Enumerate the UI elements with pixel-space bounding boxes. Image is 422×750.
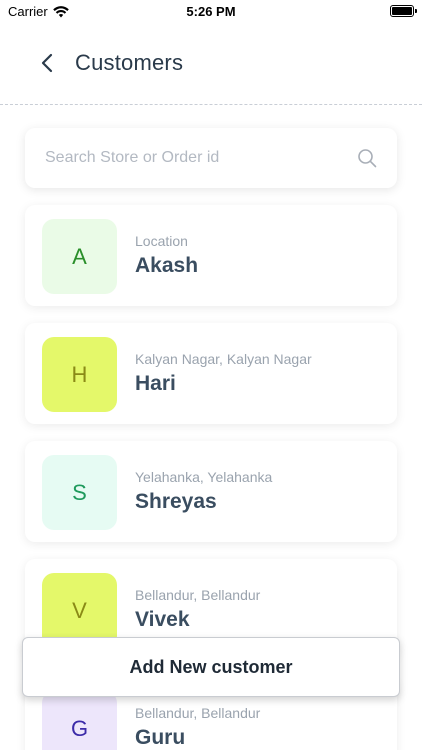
customer-name: Vivek xyxy=(135,608,190,631)
customer-initial: S xyxy=(72,479,87,505)
status-bar: Carrier 5:26 PM xyxy=(0,0,422,22)
search-box[interactable] xyxy=(25,128,397,188)
customer-avatar: A xyxy=(42,219,117,294)
page-title: Customers xyxy=(75,50,184,75)
chevron-left-icon xyxy=(41,53,53,73)
customer-location: Location xyxy=(135,233,188,249)
search-input[interactable] xyxy=(45,128,345,188)
customer-name: Shreyas xyxy=(135,490,217,513)
battery-level xyxy=(392,7,412,15)
customer-card[interactable]: A Location Akash xyxy=(25,205,397,306)
customer-initial: H xyxy=(71,361,88,387)
battery-nub xyxy=(415,9,417,13)
customer-avatar: G xyxy=(42,691,117,750)
customer-location: Bellandur, Bellandur xyxy=(135,705,261,721)
customer-initial: V xyxy=(72,597,87,623)
back-button[interactable] xyxy=(32,48,62,78)
customer-location: Yelahanka, Yelahanka xyxy=(135,469,273,485)
customer-initial: G xyxy=(70,715,89,741)
customer-location: Bellandur, Bellandur xyxy=(135,587,261,603)
customer-card[interactable]: H Kalyan Nagar, Kalyan Nagar Hari xyxy=(25,323,397,424)
header: Customers xyxy=(0,38,422,90)
add-customer-button[interactable]: Add New customer xyxy=(22,637,400,697)
customer-name: Guru xyxy=(135,726,186,749)
status-time: 5:26 PM xyxy=(186,4,236,19)
customer-card[interactable]: S Yelahanka, Yelahanka Shreyas xyxy=(25,441,397,542)
customer-name: Akash xyxy=(135,254,199,277)
header-divider xyxy=(0,104,422,105)
customer-name: Hari xyxy=(135,372,176,395)
customer-initial: A xyxy=(72,243,87,269)
customer-avatar: H xyxy=(42,337,117,412)
customer-location: Kalyan Nagar, Kalyan Nagar xyxy=(135,351,312,367)
customer-avatar: S xyxy=(42,455,117,530)
magnifier-icon[interactable] xyxy=(357,148,377,168)
battery-icon xyxy=(390,5,417,17)
